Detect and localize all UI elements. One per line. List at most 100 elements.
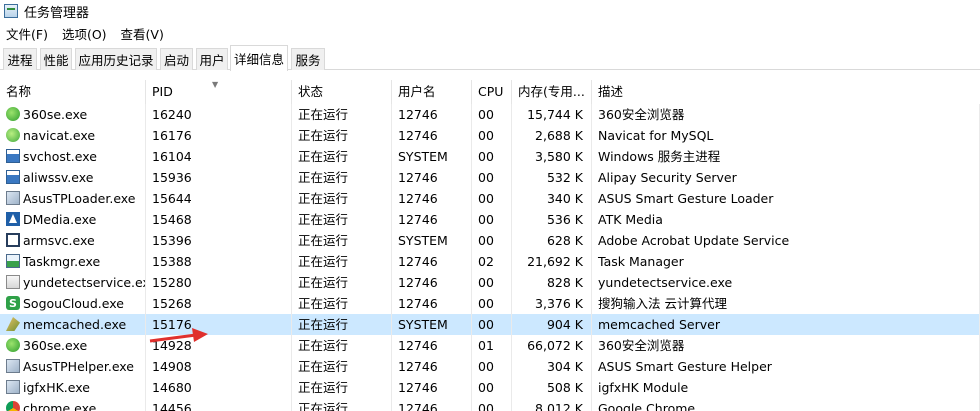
description-cell: Task Manager	[592, 251, 980, 272]
process-name: yundetectservice.exe	[23, 275, 146, 290]
process-name: 360se.exe	[23, 107, 88, 122]
memory-cell: 3,376 K	[512, 293, 592, 314]
process-name-cell: SogouCloud.exe	[0, 293, 146, 314]
table-row[interactable]: igfxHK.exe 14680 正在运行 12746 00 508 KigfxHK Mo…	[0, 377, 980, 398]
table-header: 名称 PID ▼ 状态 用户名 CPU 内存(专用... 描述	[0, 80, 980, 104]
pid-cell: 16240	[146, 104, 292, 125]
process-name: chrome.exe	[23, 401, 97, 411]
cpu-cell: 00	[472, 188, 512, 209]
tab-details[interactable]: 详细信息	[230, 45, 288, 71]
process-name-cell: chrome.exe	[0, 398, 146, 411]
status-cell: 正在运行	[292, 251, 392, 272]
status-cell: 正在运行	[292, 272, 392, 293]
memory-cell: 628 K	[512, 230, 592, 251]
table-row[interactable]: yundetectservice.exe 15280 正在运行 12746 00 828 …	[0, 272, 980, 293]
description-cell: ATK Media	[592, 209, 980, 230]
process-name-cell: DMedia.exe	[0, 209, 146, 230]
title-bar: 任务管理器	[0, 0, 980, 22]
pid-cell: 14456	[146, 398, 292, 411]
pid-cell: 14928	[146, 335, 292, 356]
process-name: AsusTPLoader.exe	[23, 191, 136, 206]
cpu-cell: 00	[472, 146, 512, 167]
cpu-cell: 00	[472, 125, 512, 146]
process-name-cell: memcached.exe	[0, 314, 146, 335]
menu-view[interactable]: 查看(V)	[121, 24, 164, 43]
column-header-memory[interactable]: 内存(专用...	[512, 80, 592, 104]
description-cell: ASUS Smart Gesture Helper	[592, 356, 980, 377]
process-name: aliwssv.exe	[23, 170, 94, 185]
table-row[interactable]: Taskmgr.exe 15388 正在运行 12746 02 21,692 K Task …	[0, 251, 980, 272]
memory-cell: 532 K	[512, 167, 592, 188]
memory-cell: 3,580 K	[512, 146, 592, 167]
tab-bar: 进程 性能 应用历史记录 启动 用户 详细信息 服务	[0, 44, 980, 71]
status-cell: 正在运行	[292, 230, 392, 251]
pid-cell: 16176	[146, 125, 292, 146]
status-cell: 正在运行	[292, 335, 392, 356]
360-browser-icon	[6, 107, 20, 121]
column-header-cpu[interactable]: CPU	[472, 80, 512, 104]
table-row[interactable]: 360se.exe 16240 正在运行 12746 00 15,744 K 360安全浏览…	[0, 104, 980, 125]
table-row[interactable]: aliwssv.exe 15936 正在运行 12746 00 532 K Alipay S…	[0, 167, 980, 188]
menu-options[interactable]: 选项(O)	[62, 24, 107, 43]
cpu-cell: 00	[472, 293, 512, 314]
navicat-icon	[6, 128, 20, 142]
cpu-cell: 00	[472, 167, 512, 188]
process-name: DMedia.exe	[23, 212, 97, 227]
tab-startup[interactable]: 启动	[160, 48, 193, 70]
pid-cell: 16104	[146, 146, 292, 167]
status-cell: 正在运行	[292, 188, 392, 209]
pid-cell: 15644	[146, 188, 292, 209]
tab-processes[interactable]: 进程	[3, 48, 37, 70]
table-row[interactable]: navicat.exe 16176 正在运行 12746 00 2,688 K Navica…	[0, 125, 980, 146]
username-cell: 12746	[392, 356, 472, 377]
task-manager-icon	[6, 254, 20, 268]
username-cell: 12746	[392, 293, 472, 314]
description-cell: 360安全浏览器	[592, 104, 980, 125]
menu-file[interactable]: 文件(F)	[6, 24, 48, 43]
table-row[interactable]: chrome.exe 14456 正在运行 12746 00 8,012 K Google …	[0, 398, 980, 411]
process-name: Taskmgr.exe	[23, 254, 101, 269]
process-name: svchost.exe	[23, 149, 97, 164]
table-row[interactable]: svchost.exe 16104 正在运行 SYSTEM 00 3,580 K Windo…	[0, 146, 980, 167]
table-row[interactable]: DMedia.exe 15468 正在运行 12746 00 536 K ATK Media	[0, 209, 980, 230]
process-name-cell: aliwssv.exe	[0, 167, 146, 188]
process-name-cell: navicat.exe	[0, 125, 146, 146]
process-name: 360se.exe	[23, 338, 88, 353]
status-cell: 正在运行	[292, 209, 392, 230]
windows-service-icon	[6, 149, 20, 163]
tab-services[interactable]: 服务	[291, 48, 325, 70]
360-browser-icon	[6, 338, 20, 352]
process-name: igfxHK.exe	[23, 380, 90, 395]
username-cell: 12746	[392, 188, 472, 209]
memory-cell: 508 K	[512, 377, 592, 398]
process-name-cell: svchost.exe	[0, 146, 146, 167]
process-name-cell: Taskmgr.exe	[0, 251, 146, 272]
table-row[interactable]: SogouCloud.exe 15268正在运行12746003,376 K搜狗输…	[0, 293, 980, 314]
task-manager-icon	[4, 4, 18, 18]
description-cell: yundetectservice.exe	[592, 272, 980, 293]
tab-performance[interactable]: 性能	[40, 48, 72, 70]
column-header-name[interactable]: 名称	[0, 80, 146, 104]
tab-app-history[interactable]: 应用历史记录	[75, 48, 157, 70]
username-cell: SYSTEM	[392, 314, 472, 335]
memory-cell: 904 K	[512, 314, 592, 335]
username-cell: 12746	[392, 272, 472, 293]
table-row[interactable]: AsusTPHelper.exe 14908 正在运行 12746 00 304 K ASU…	[0, 356, 980, 377]
column-header-description[interactable]: 描述	[592, 80, 980, 104]
column-header-username[interactable]: 用户名	[392, 80, 472, 104]
username-cell: 12746	[392, 104, 472, 125]
table-row[interactable]: AsusTPLoader.exe 15644 正在运行 12746 00 340 K ASU…	[0, 188, 980, 209]
process-name-cell: armsvc.exe	[0, 230, 146, 251]
tab-users[interactable]: 用户	[196, 48, 228, 70]
cpu-cell: 00	[472, 356, 512, 377]
table-row[interactable]: armsvc.exe 15396 正在运行 SYSTEM 00 628 K Adobe Ac…	[0, 230, 980, 251]
menu-bar: 文件(F) 选项(O) 查看(V)	[0, 23, 980, 43]
process-name: memcached.exe	[23, 317, 127, 332]
cpu-cell: 00	[472, 398, 512, 411]
column-header-pid[interactable]: PID	[146, 80, 292, 104]
column-header-status[interactable]: 状态	[292, 80, 392, 104]
description-cell: Google Chrome	[592, 398, 980, 411]
process-name: AsusTPHelper.exe	[23, 359, 134, 374]
table-row[interactable]: 360se.exe 14928 正在运行 12746 01 66,072 K 360安全浏览…	[0, 335, 980, 356]
table-row[interactable]: memcached.exe 15176 正在运行 SYSTEM 00 904 Kmemca…	[0, 314, 980, 335]
